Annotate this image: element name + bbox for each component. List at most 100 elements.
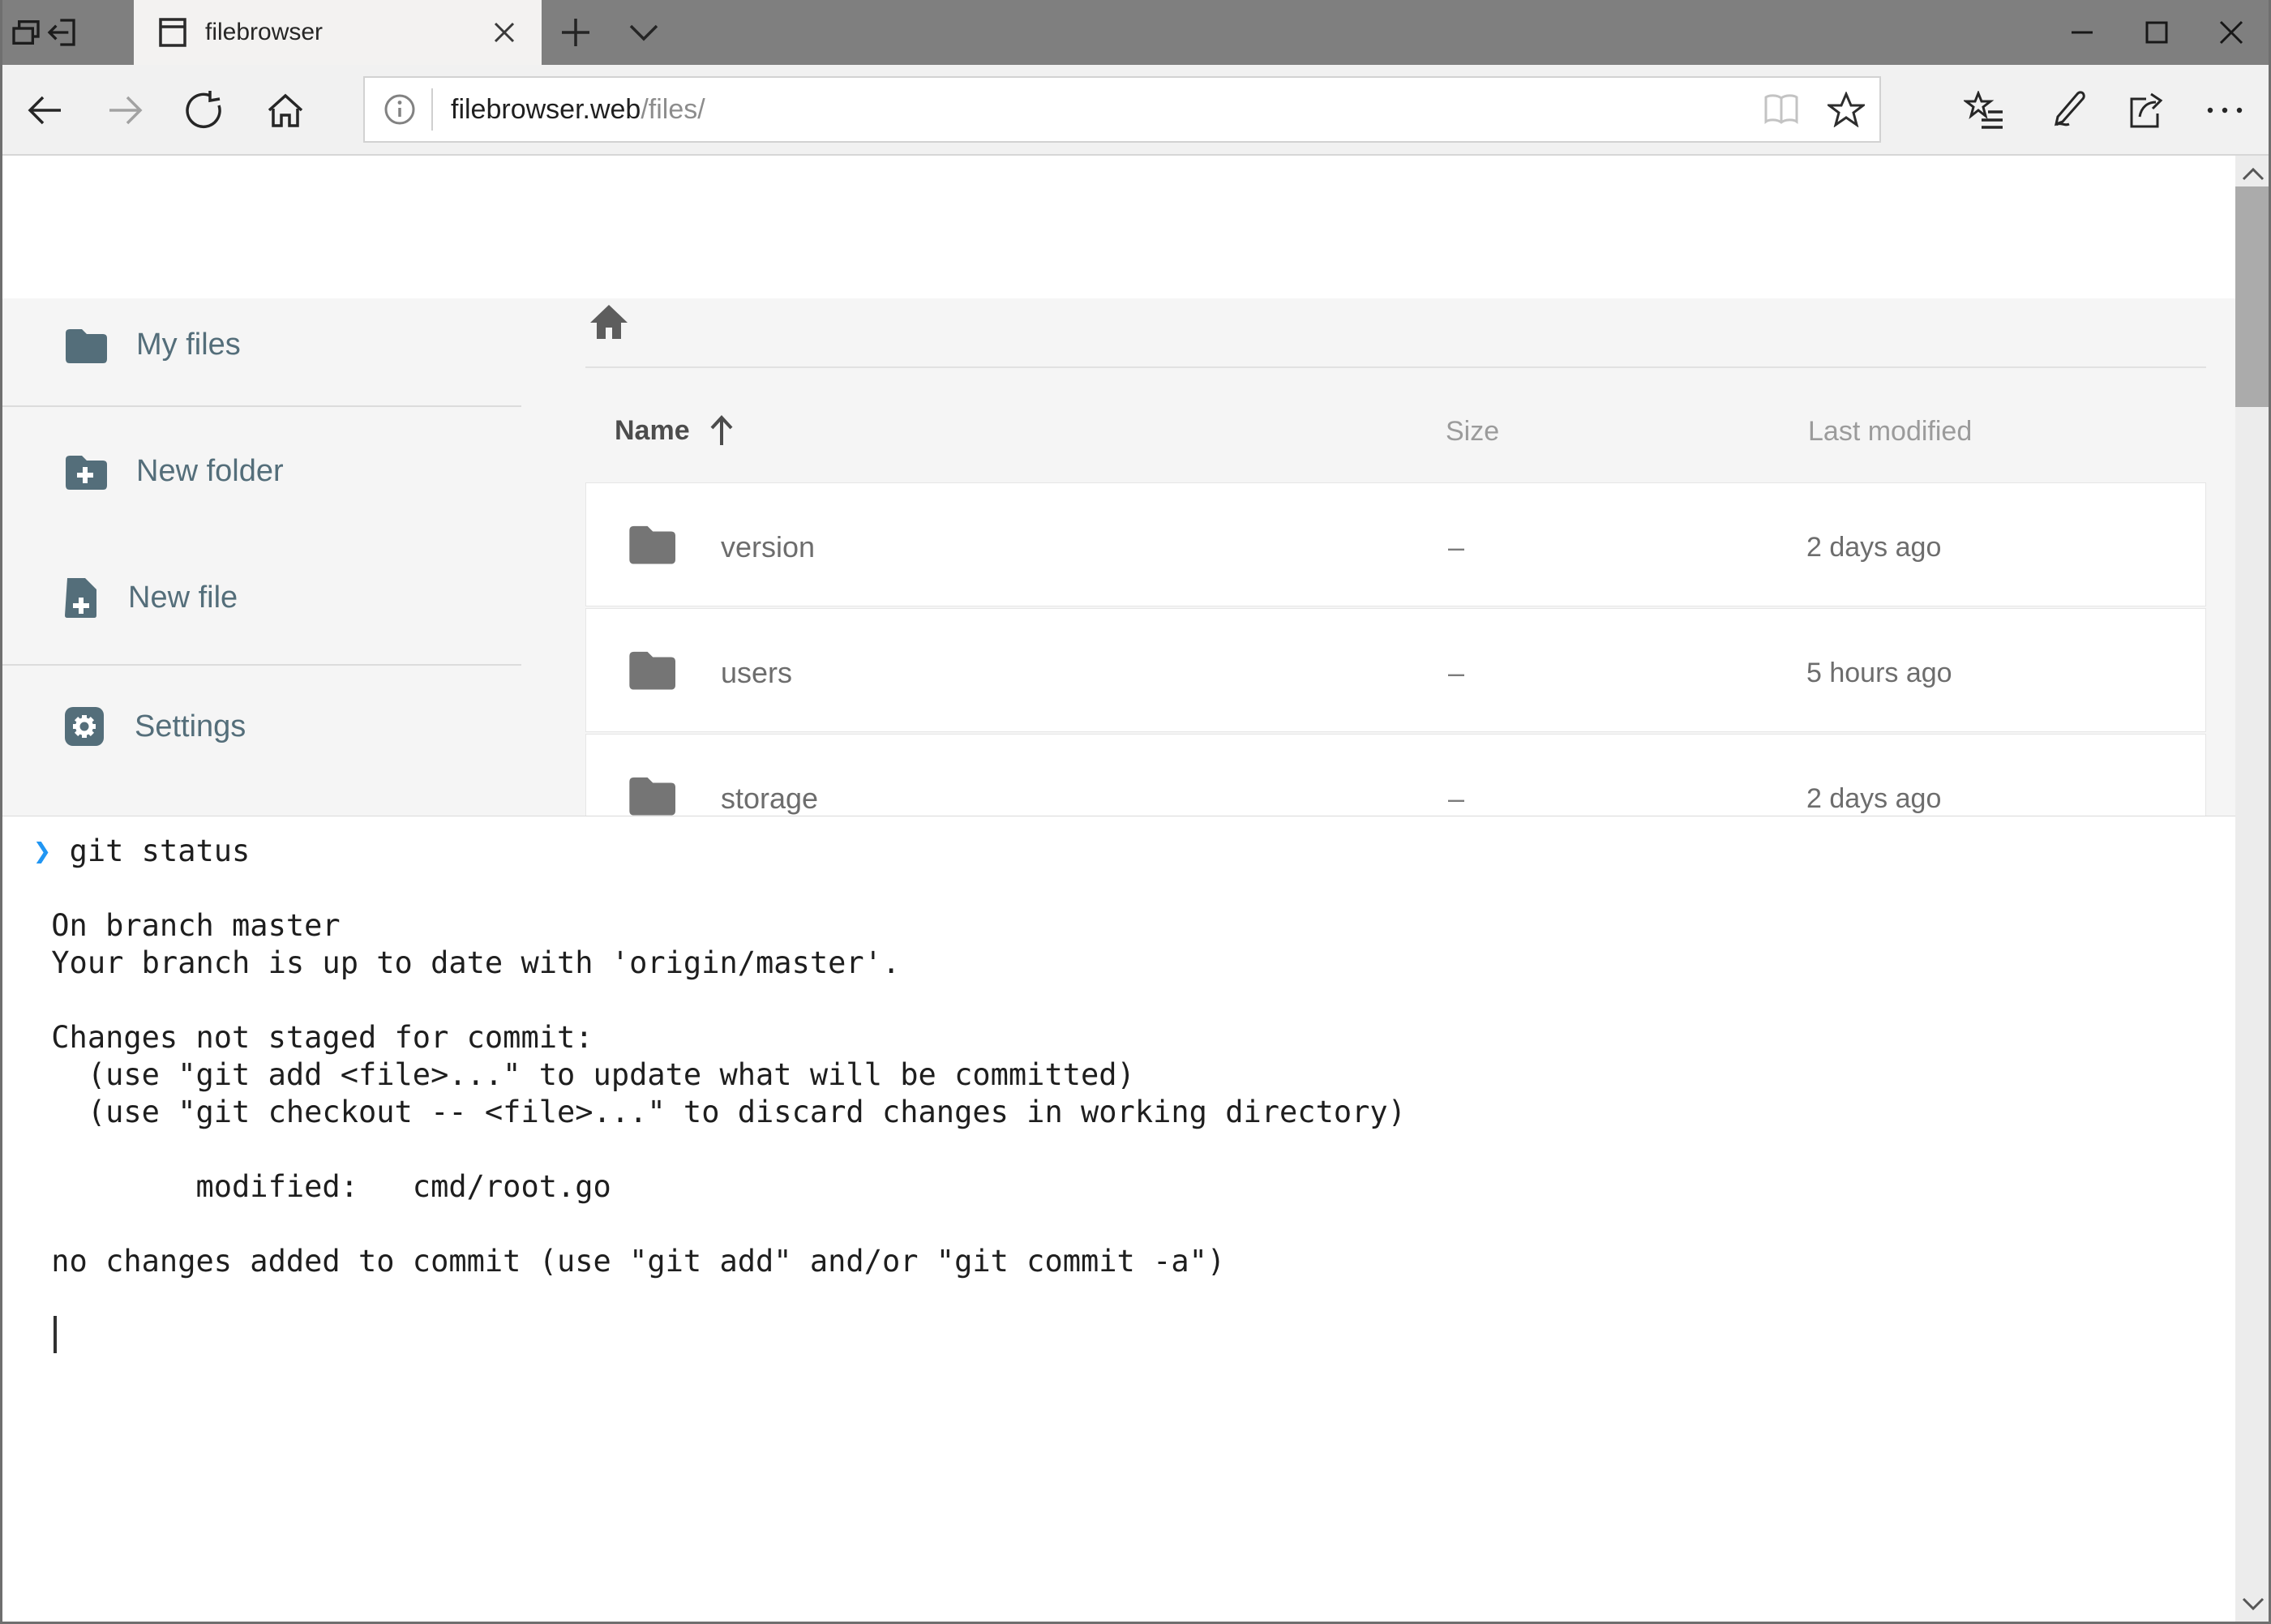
sidebar-item-label: New file [128,581,238,615]
web-note-button[interactable] [2042,84,2093,136]
tab-title: filebrowser [205,19,486,46]
folder-icon [627,522,675,564]
new-tab-icon [560,17,591,48]
hub-icon [1964,91,2006,130]
terminal-cursor [54,1316,57,1353]
terminal-line: no changes added to commit (use "git add… [33,1244,1225,1279]
share-icon [2125,89,2167,131]
home-button[interactable] [259,84,311,136]
new-tab-button[interactable] [553,0,598,65]
url-text[interactable]: filebrowser.web/files/ [451,94,705,126]
folder-icon [63,326,107,363]
column-header-size[interactable]: Size [1446,416,1499,448]
home-icon [589,303,629,341]
terminal-line: (use "git checkout -- <file>..." to disc… [33,1095,1406,1129]
home-icon [264,89,306,131]
web-note-pen-icon [2046,89,2089,131]
filebrowser-header [0,156,2271,298]
page-info-icon[interactable] [383,92,417,126]
refresh-icon [183,89,225,131]
tab-preview-chevron-icon [628,23,659,42]
file-row-storage[interactable]: storage – 2 days ago [585,734,2206,816]
sidebar-item-settings[interactable]: Settings [0,692,521,761]
file-row-version[interactable]: version – 2 days ago [585,482,2206,606]
settings-gear-icon [63,705,105,748]
more-options-button[interactable] [2199,84,2251,136]
new-folder-icon [63,452,107,490]
url-path: /files/ [641,94,705,125]
close-window-button[interactable] [2194,0,2269,65]
terminal-panel[interactable]: ❯ git status On branch master Your branc… [0,816,2235,1622]
set-tabs-aside-button[interactable] [44,0,79,65]
app-body: My files New folder New file [0,298,2235,816]
sidebar-item-label: New folder [136,454,284,489]
sidebar-item-new-folder[interactable]: New folder [0,437,521,505]
sidebar-divider [0,664,521,666]
favorite-star-icon[interactable] [1828,92,1865,127]
file-size: – [1448,782,1464,816]
close-tab-icon [492,20,516,45]
back-button[interactable] [19,84,71,136]
browser-toolbar: filebrowser.web/files/ [0,65,2271,156]
file-modified: 2 days ago [1806,783,1941,815]
tabs-set-aside-button[interactable] [8,0,44,65]
forward-button[interactable] [100,84,152,136]
page-favicon-icon [158,16,187,49]
sidebar-item-my-files[interactable]: My files [0,311,521,379]
browser-tab[interactable]: filebrowser [134,0,542,65]
page-scrollbar[interactable] [2235,156,2271,1624]
column-header-name[interactable]: Name [615,414,735,447]
forward-icon [105,89,147,131]
close-tab-button[interactable] [486,15,522,50]
sidebar-divider [0,405,521,407]
terminal-line: (use "git add <file>..." to update what … [33,1057,1135,1092]
terminal-command: git status [70,833,251,868]
breadcrumb-home-button[interactable] [589,303,629,341]
sidebar-item-label: Settings [135,709,246,744]
chevron-up-icon [2241,167,2265,182]
terminal-line: modified: cmd/root.go [33,1169,611,1204]
minimize-icon [2070,20,2094,45]
tabs-set-aside-icon [10,16,42,49]
file-modified: 2 days ago [1806,532,1941,563]
sidebar-item-label: My files [136,328,241,362]
scroll-down-button[interactable] [2235,1587,2271,1621]
listing-divider [585,366,2206,368]
address-bar-divider [431,88,433,131]
file-name: users [721,656,792,690]
more-options-icon [2204,89,2246,131]
share-button[interactable] [2120,84,2172,136]
reading-view-icon[interactable] [1763,93,1800,126]
file-listing: version – 2 days ago users – 5 hours ago… [585,482,2206,816]
window-border [0,0,2,1624]
minimize-button[interactable] [2045,0,2119,65]
folder-icon [627,648,675,690]
file-modified: 5 hours ago [1806,658,1952,689]
titlebar: filebrowser [0,0,2271,65]
column-header-modified[interactable]: Last modified [1808,416,1972,448]
terminal-output: ❯ git status On branch master Your branc… [33,833,1406,1280]
new-file-icon [63,576,99,619]
url-host: filebrowser.web [451,94,641,125]
terminal-prompt-chevron: ❯ [33,833,51,868]
file-name: storage [721,782,818,816]
chevron-down-icon [2241,1596,2265,1611]
set-tabs-aside-icon [45,16,78,49]
hub-button[interactable] [1959,84,2011,136]
file-name: version [721,530,815,564]
address-bar[interactable]: filebrowser.web/files/ [363,76,1881,143]
sort-ascending-icon [708,414,735,447]
sidebar-item-new-file[interactable]: New file [0,563,521,632]
folder-icon [627,773,675,816]
terminal-line: On branch master [33,908,341,943]
terminal-line: Changes not staged for commit: [33,1020,593,1055]
tab-preview-toggle[interactable] [621,0,666,65]
close-window-icon [2218,19,2244,45]
file-row-users[interactable]: users – 5 hours ago [585,608,2206,732]
scrollbar-thumb[interactable] [2235,186,2271,407]
terminal-line: Your branch is up to date with 'origin/m… [33,945,900,980]
file-size: – [1448,530,1464,564]
refresh-button[interactable] [178,84,230,136]
back-icon [24,89,66,131]
maximize-button[interactable] [2119,0,2194,65]
